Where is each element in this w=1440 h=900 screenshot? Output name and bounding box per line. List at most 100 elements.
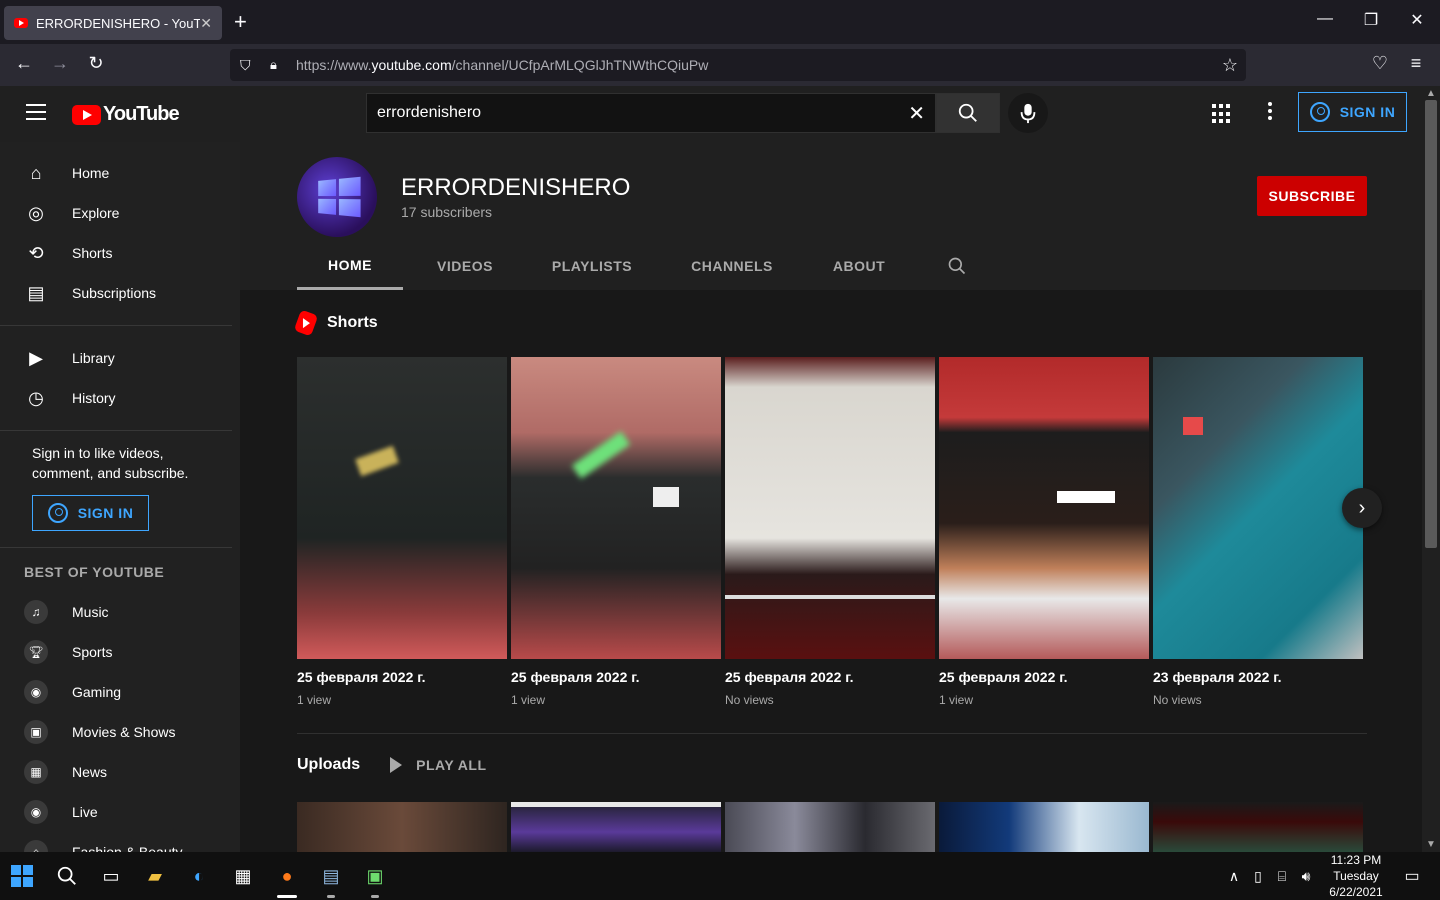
- volume-icon[interactable]: 🔊︎: [1294, 864, 1318, 888]
- reload-icon[interactable]: ↻: [84, 53, 108, 74]
- sidebar-item-library[interactable]: ▶ Library: [0, 338, 240, 378]
- scrollbar-thumb[interactable]: [1425, 100, 1437, 548]
- short-thumbnail[interactable]: [725, 357, 935, 659]
- shelf-next-button[interactable]: ›: [1342, 488, 1382, 528]
- upload-thumbnail[interactable]: [939, 802, 1149, 852]
- short-item[interactable]: 25 февраля 2022 г. No views: [725, 357, 935, 707]
- masthead-sign-in-button[interactable]: SIGN IN: [1298, 92, 1407, 132]
- address-bar[interactable]: ⛉ 🔒︎ https://www.youtube.com/channel/UCf…: [230, 49, 1246, 81]
- sidebar-item-movies-shows[interactable]: ▣ Movies & Shows: [0, 712, 240, 752]
- page-scrollbar[interactable]: ▲ ▼: [1422, 86, 1440, 852]
- channel-avatar[interactable]: [297, 157, 377, 237]
- youtube-play-icon: [72, 104, 101, 125]
- short-title[interactable]: 25 февраля 2022 г.: [725, 669, 935, 685]
- bookmark-star-icon[interactable]: ☆: [1222, 55, 1238, 76]
- microphone-icon: [1020, 103, 1036, 124]
- upload-thumbnail[interactable]: [1153, 802, 1363, 852]
- search-input[interactable]: errordenishero ✕: [366, 93, 936, 133]
- short-title[interactable]: 25 февраля 2022 г.: [511, 669, 721, 685]
- windows-start-icon[interactable]: [10, 864, 34, 888]
- short-item[interactable]: 25 февраля 2022 г. 1 view: [939, 357, 1149, 707]
- uploads-title[interactable]: Uploads: [297, 756, 360, 774]
- trophy-icon: 🏆︎: [24, 640, 48, 664]
- restore-icon[interactable]: ❐: [1348, 10, 1394, 30]
- chevron-right-icon: ›: [1358, 496, 1366, 519]
- file-explorer-icon[interactable]: ▰: [143, 864, 167, 888]
- terminal-app-icon[interactable]: ▣: [363, 864, 387, 888]
- lock-icon[interactable]: 🔒︎: [270, 57, 284, 73]
- short-title[interactable]: 25 февраля 2022 г.: [297, 669, 507, 685]
- guide-menu-icon[interactable]: [26, 104, 46, 120]
- search-button[interactable]: [936, 93, 1000, 133]
- sidebar-item-history[interactable]: ◷ History: [0, 378, 240, 418]
- tab-home[interactable]: HOME: [297, 242, 403, 290]
- upload-thumbnail[interactable]: [725, 802, 935, 852]
- short-title[interactable]: 23 февраля 2022 г.: [1153, 669, 1363, 685]
- tab-videos[interactable]: VIDEOS: [403, 242, 527, 290]
- short-thumbnail[interactable]: [511, 357, 721, 659]
- short-title[interactable]: 25 февраля 2022 г.: [939, 669, 1149, 685]
- app-menu-icon[interactable]: ≡: [1404, 53, 1428, 74]
- sidebar-item-explore[interactable]: ◎ Explore: [0, 193, 240, 233]
- short-item[interactable]: 23 февраля 2022 г. No views: [1153, 357, 1363, 707]
- upload-thumbnail[interactable]: [297, 802, 507, 852]
- browser-tab-bar: ERRORDENISHERO - YouTube ✕ + — ❐ ✕: [0, 0, 1440, 44]
- short-item[interactable]: 25 февраля 2022 г. 1 view: [511, 357, 721, 707]
- sidebar-item-live[interactable]: ◉ Live: [0, 792, 240, 832]
- tab-playlists[interactable]: PLAYLISTS: [527, 242, 657, 290]
- tab-channels[interactable]: CHANNELS: [657, 242, 807, 290]
- tracking-shield-icon[interactable]: ⛉: [240, 57, 256, 74]
- browser-tab[interactable]: ERRORDENISHERO - YouTube ✕: [4, 6, 222, 40]
- youtube-logo[interactable]: YouTube: [72, 103, 180, 126]
- edge-browser-icon[interactable]: ◐: [187, 864, 211, 888]
- subscribe-button[interactable]: SUBSCRIBE: [1257, 176, 1367, 216]
- short-thumbnail[interactable]: [297, 357, 507, 659]
- short-thumbnail[interactable]: [939, 357, 1149, 659]
- new-tab-button[interactable]: +: [234, 10, 247, 34]
- voice-search-button[interactable]: [1008, 93, 1048, 133]
- sidebar-item-sports[interactable]: 🏆︎ Sports: [0, 632, 240, 672]
- back-icon[interactable]: ←: [12, 53, 36, 74]
- upload-thumbnail[interactable]: [511, 802, 721, 852]
- search-query[interactable]: errordenishero: [377, 104, 908, 122]
- apps-grid-icon[interactable]: [1212, 104, 1232, 124]
- sidebar-item-gaming[interactable]: ◉ Gaming: [0, 672, 240, 712]
- tab-close-icon[interactable]: ✕: [200, 15, 212, 32]
- film-icon: ▣: [24, 720, 48, 744]
- forward-icon[interactable]: →: [48, 53, 72, 74]
- search-icon[interactable]: [55, 864, 79, 888]
- scroll-down-icon[interactable]: ▼: [1426, 839, 1436, 850]
- active-app-indicator: [277, 895, 297, 898]
- play-all-button[interactable]: PLAY ALL: [390, 757, 486, 773]
- tab-about[interactable]: ABOUT: [807, 242, 911, 290]
- firefox-icon[interactable]: ●: [275, 864, 299, 888]
- pocket-icon[interactable]: ♡: [1368, 53, 1392, 74]
- sidebar-item-home[interactable]: ⌂ Home: [0, 153, 240, 193]
- sidebar-item-shorts[interactable]: ⟲ Shorts: [0, 233, 240, 273]
- network-icon[interactable]: ⌸: [1270, 864, 1294, 888]
- close-window-icon[interactable]: ✕: [1394, 10, 1440, 30]
- windows-logo-icon: [318, 176, 361, 218]
- channel-search-button[interactable]: [911, 242, 1003, 290]
- photos-app-icon[interactable]: ▤: [319, 864, 343, 888]
- settings-more-icon[interactable]: [1262, 102, 1278, 123]
- short-item[interactable]: 25 февраля 2022 г. 1 view: [297, 357, 507, 707]
- minimize-icon[interactable]: —: [1302, 10, 1348, 28]
- store-icon[interactable]: ▦: [231, 864, 255, 888]
- scroll-up-icon[interactable]: ▲: [1426, 88, 1436, 99]
- system-clock[interactable]: 11:23 PM Tuesday 6/22/2021: [1320, 852, 1392, 900]
- channel-content: Shorts 25 февраля 2022 г. 1 view 25 февр…: [240, 290, 1422, 852]
- battery-icon[interactable]: ▯: [1246, 864, 1270, 888]
- notifications-icon[interactable]: ▭: [1400, 864, 1424, 888]
- short-thumbnail[interactable]: [1153, 357, 1363, 659]
- clear-search-icon[interactable]: ✕: [908, 101, 925, 126]
- task-view-icon[interactable]: ▭: [99, 864, 123, 888]
- sidebar-item-fashion-beauty[interactable]: ⌂ Fashion & Beauty: [0, 832, 240, 852]
- sidebar-item-music[interactable]: ♫ Music: [0, 592, 240, 632]
- sidebar-item-subscriptions[interactable]: ▤ Subscriptions: [0, 273, 240, 313]
- sidebar-sign-in-button[interactable]: SIGN IN: [32, 495, 149, 531]
- sidebar-item-news[interactable]: ▦ News: [0, 752, 240, 792]
- show-hidden-icons-icon[interactable]: ∧: [1222, 864, 1246, 888]
- live-icon: ◉: [24, 800, 48, 824]
- account-icon: [47, 503, 68, 523]
